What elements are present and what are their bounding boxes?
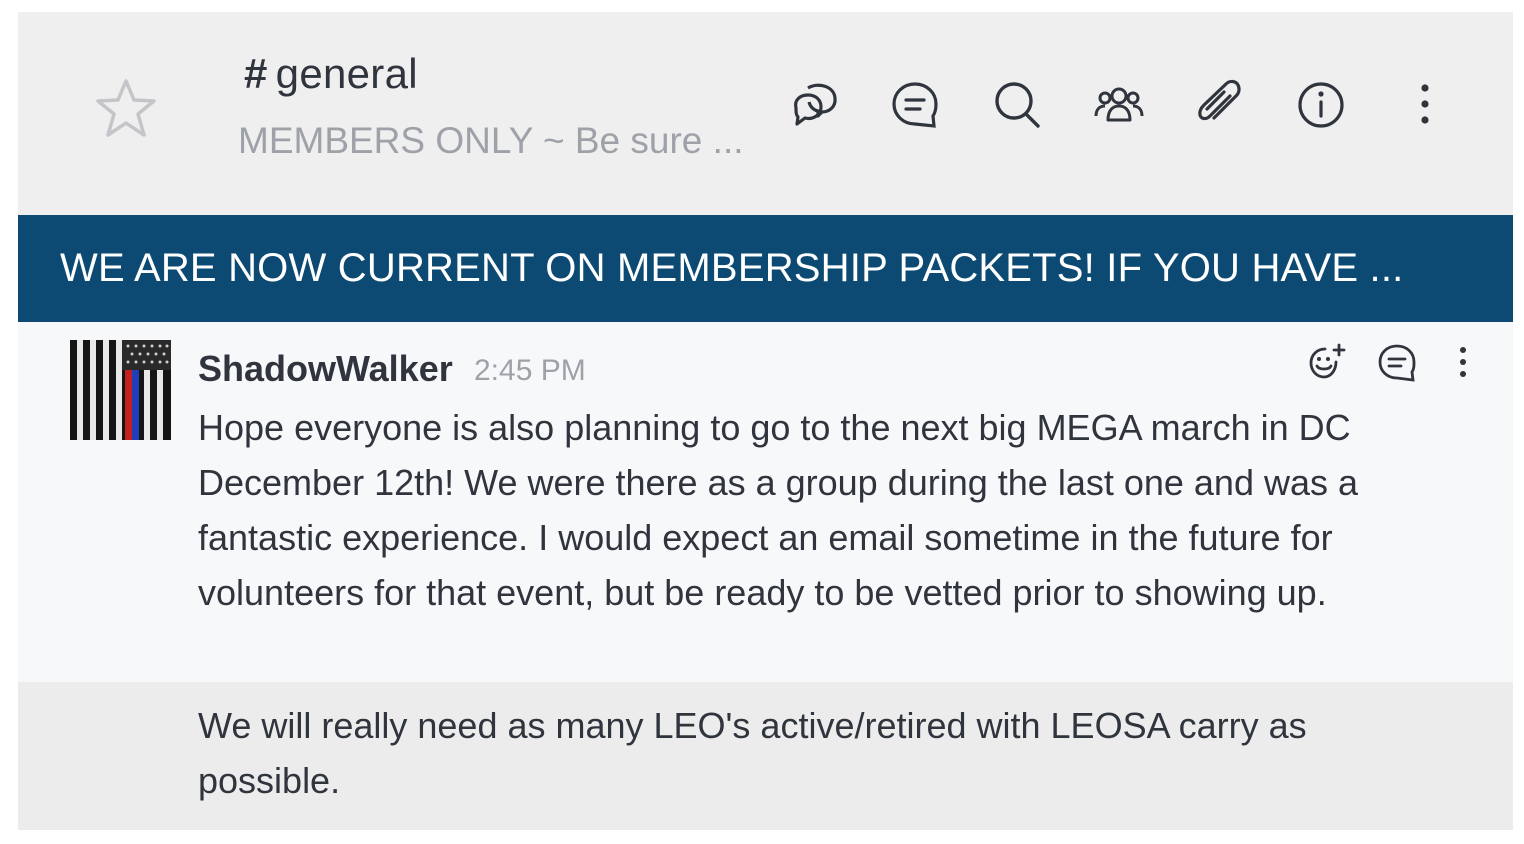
hash-icon: #: [244, 50, 268, 97]
star-icon[interactable]: [92, 75, 160, 143]
reply-thread-icon[interactable]: [1376, 342, 1418, 384]
message-item: We will really need as many LEO's active…: [18, 682, 1513, 830]
room-name: general: [275, 50, 418, 97]
message-timestamp: 2:45 PM: [474, 354, 586, 387]
files-icon[interactable]: [1192, 78, 1246, 132]
message-text: Hope everyone is also planning to go to …: [198, 407, 1359, 613]
chat-window: # general MEMBERS ONLY ~ Be sure ... WE …: [18, 12, 1513, 830]
message-text: We will really need as many LEO's active…: [198, 705, 1307, 801]
add-reaction-icon[interactable]: [1306, 342, 1348, 384]
room-header: # general MEMBERS ONLY ~ Be sure ...: [18, 12, 1513, 215]
threads-icon[interactable]: [888, 78, 942, 132]
message-menu-icon[interactable]: [1442, 342, 1484, 384]
members-icon[interactable]: [1092, 78, 1146, 132]
message-username[interactable]: ShadowWalker: [198, 348, 453, 390]
room-title[interactable]: # general: [244, 50, 418, 98]
kebab-menu-icon[interactable]: [1398, 78, 1452, 132]
announcement-banner[interactable]: WE ARE NOW CURRENT ON MEMBERSHIP PACKETS…: [18, 215, 1513, 322]
discussion-icon[interactable]: [788, 78, 842, 132]
message-item: ShadowWalker 2:45 PM Hope everyone is al…: [18, 322, 1513, 682]
info-icon[interactable]: [1294, 78, 1348, 132]
avatar[interactable]: [70, 340, 171, 440]
search-icon[interactable]: [990, 78, 1044, 132]
room-topic: MEMBERS ONLY ~ Be sure ...: [238, 120, 744, 161]
